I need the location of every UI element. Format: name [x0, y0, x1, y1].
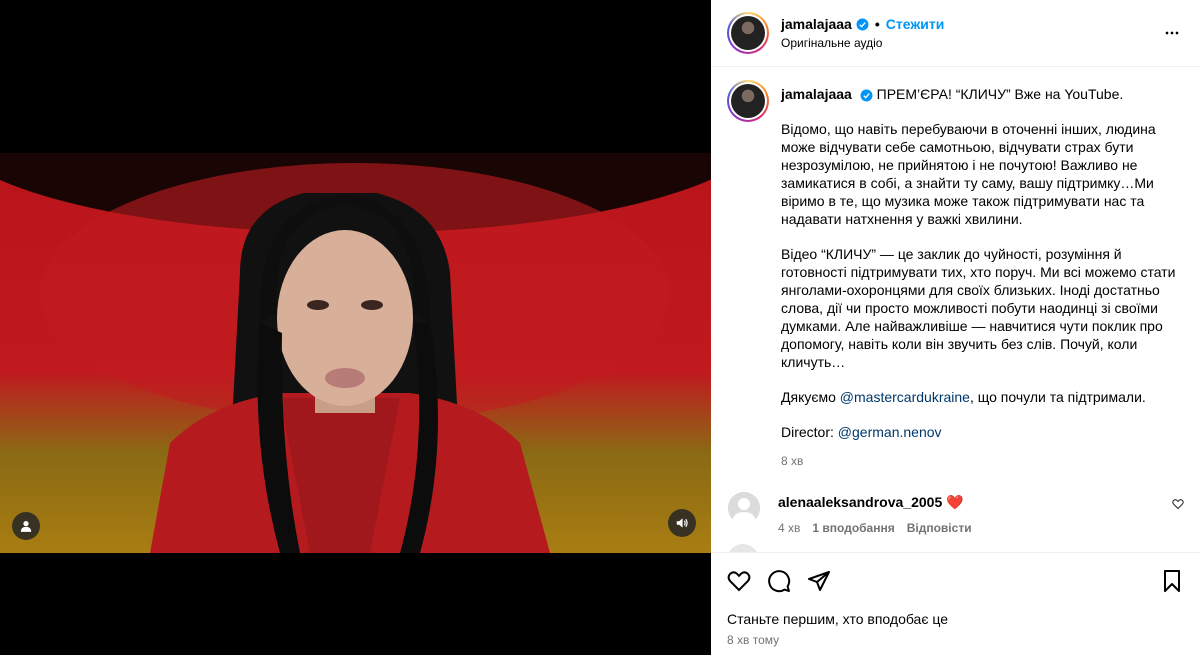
- header-separator: •: [874, 16, 880, 32]
- video-panel: [0, 0, 711, 655]
- caption-username[interactable]: jamalajaaa: [781, 86, 852, 102]
- heart-icon: [727, 571, 751, 592]
- post-panel: jamalajaaa • Стежити Оригінальне аудіо j…: [711, 0, 1200, 655]
- caption-director: Director: @german.nenov: [781, 423, 1184, 441]
- video-frame-person: [150, 193, 550, 553]
- video-player[interactable]: [0, 153, 711, 553]
- verified-badge-icon: [856, 18, 869, 30]
- thanks-suffix: , що почули та підтримали.: [969, 389, 1146, 405]
- follow-button[interactable]: Стежити: [886, 16, 945, 32]
- sound-toggle-button[interactable]: [668, 509, 696, 537]
- comment-reply-button[interactable]: Відповісти: [907, 521, 972, 535]
- save-button[interactable]: [1160, 569, 1184, 593]
- comment-username[interactable]: alenaaleksandrova_2005: [778, 494, 942, 510]
- default-avatar-icon: [728, 492, 760, 524]
- share-icon: [808, 571, 830, 591]
- caption-first-line: ПРЕМ’ЄРА! “КЛИЧУ” Вже на YouTube.: [876, 86, 1124, 102]
- like-button[interactable]: [727, 569, 751, 593]
- audio-label[interactable]: Оригінальне аудіо: [781, 36, 1160, 50]
- comments-scroll-area[interactable]: jamalajaaa ПРЕМ’ЄРА! “КЛИЧУ” Вже на YouT…: [711, 68, 1200, 552]
- comment-time[interactable]: 4 хв: [778, 521, 800, 535]
- comment-button[interactable]: [767, 569, 791, 593]
- director-prefix: Director:: [781, 424, 838, 440]
- comment-likes[interactable]: 1 вподобання: [812, 521, 894, 535]
- bookmark-icon: [1164, 570, 1180, 592]
- author-avatar[interactable]: [727, 12, 769, 54]
- more-options-button[interactable]: [1160, 21, 1184, 45]
- tagged-users-button[interactable]: [12, 512, 40, 540]
- comment-like-heart-icon[interactable]: [1172, 498, 1184, 510]
- post-timestamp[interactable]: 8 хв тому: [727, 633, 1184, 647]
- thanks-prefix: Дякуємо: [781, 389, 840, 405]
- likes-summary[interactable]: Станьте першим, хто вподобає це: [727, 611, 1184, 627]
- user-tag-icon: [20, 521, 32, 532]
- commenter-avatar-partial: [727, 544, 759, 552]
- caption-author-avatar[interactable]: [727, 80, 769, 122]
- share-button[interactable]: [807, 569, 831, 593]
- caption-thanks: Дякуємо @mastercardukraine, що почули та…: [781, 388, 1184, 406]
- verified-badge-icon: [860, 89, 873, 102]
- author-username[interactable]: jamalajaaa: [781, 16, 852, 32]
- more-options-icon: [1165, 31, 1179, 35]
- post-caption: jamalajaaa ПРЕМ’ЄРА! “КЛИЧУ” Вже на YouT…: [727, 80, 1184, 470]
- caption-paragraph-2: Відео “КЛИЧУ” — це заклик до чуйності, р…: [781, 246, 1176, 370]
- mention-mastercardukraine[interactable]: @mastercardukraine: [840, 389, 970, 405]
- caption-time[interactable]: 8 хв: [781, 452, 1184, 470]
- post-actions: Станьте першим, хто вподобає це 8 хв том…: [711, 552, 1200, 655]
- post-header: jamalajaaa • Стежити Оригінальне аудіо: [711, 0, 1200, 67]
- mention-german-nenov[interactable]: @german.nenov: [838, 424, 942, 440]
- comment-text: ❤️: [946, 494, 964, 510]
- comment-item: alenaaleksandrova_2005 ❤️ 4 хв 1 вподоба…: [727, 492, 1184, 535]
- comment-icon: [768, 570, 791, 593]
- sound-icon: [676, 518, 688, 528]
- caption-paragraph-1: Відомо, що навіть перебуваючи в оточенні…: [781, 121, 1156, 227]
- commenter-avatar[interactable]: [728, 492, 760, 524]
